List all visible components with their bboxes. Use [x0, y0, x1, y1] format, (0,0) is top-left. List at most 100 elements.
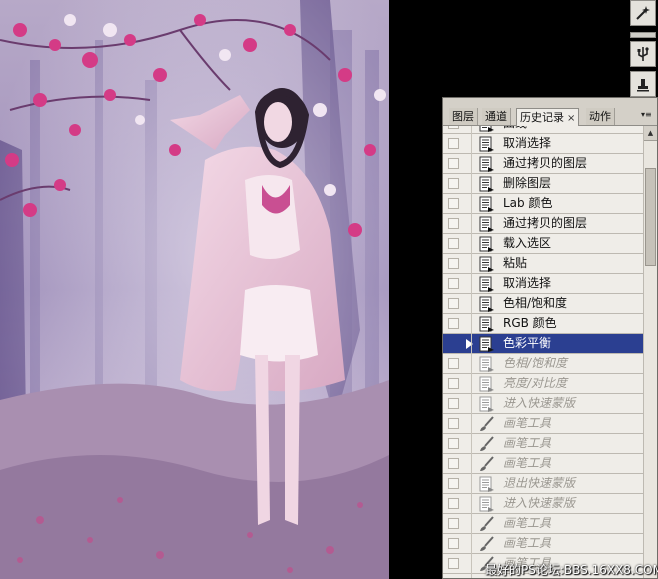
history-item-label: 色相/饱和度 [503, 356, 568, 370]
document-step-icon [478, 356, 496, 372]
history-item[interactable]: RGB 颜色 [443, 314, 643, 334]
snapshot-source-checkbox[interactable] [448, 218, 459, 229]
document-step-icon [478, 176, 496, 192]
photo-canvas[interactable] [0, 0, 389, 579]
snapshot-source-checkbox[interactable] [448, 198, 459, 209]
history-item[interactable]: 色相/饱和度 [443, 294, 643, 314]
history-item-label: 通过拷贝的图层 [503, 216, 588, 230]
photo-image [0, 0, 389, 579]
brush-icon [478, 536, 496, 552]
history-item[interactable]: 取消选择 [443, 274, 643, 294]
history-item-label: 画笔工具 [503, 516, 552, 530]
history-item-label: 通过拷贝的图层 [503, 156, 588, 170]
history-item[interactable]: 画笔工具 [443, 454, 643, 474]
brush-icon [478, 456, 496, 472]
snapshot-source-checkbox[interactable] [448, 158, 459, 169]
history-item-label: 进入快速蒙版 [503, 396, 576, 410]
snapshot-source-checkbox[interactable] [448, 378, 459, 389]
history-item[interactable]: 亮度/对比度 [443, 374, 643, 394]
history-item-label: 取消选择 [503, 276, 552, 290]
scroll-up-icon[interactable]: ▲ [644, 126, 657, 141]
history-item[interactable]: 曲线 [443, 126, 643, 134]
magic-wand-icon[interactable] [630, 0, 656, 26]
clone-stamp-icon[interactable] [630, 71, 656, 97]
history-item-label: 载入选区 [503, 236, 552, 250]
history-item[interactable]: 进入快速蒙版 [443, 394, 643, 414]
history-item[interactable]: 色彩平衡 [443, 334, 643, 354]
history-item-label: 画笔工具 [503, 536, 552, 550]
snapshot-source-checkbox[interactable] [448, 138, 459, 149]
snapshot-source-checkbox[interactable] [448, 178, 459, 189]
history-item-label: 亮度/对比度 [503, 376, 568, 390]
history-item[interactable]: 退出快速蒙版 [443, 474, 643, 494]
history-item-label: Lab 颜色 [503, 196, 553, 210]
history-item-label: 画笔工具 [503, 416, 552, 430]
history-scrollbar[interactable]: ▲ [643, 126, 657, 578]
history-item[interactable]: 画笔工具 [443, 434, 643, 454]
document-step-icon [478, 126, 496, 132]
history-item-label: RGB 颜色 [503, 316, 557, 330]
history-item[interactable]: 取消选择 [443, 134, 643, 154]
snapshot-source-checkbox[interactable] [448, 478, 459, 489]
history-item[interactable]: 粘贴 [443, 254, 643, 274]
history-item[interactable]: 载入选区 [443, 234, 643, 254]
history-item-label: 删除图层 [503, 176, 552, 190]
document-step-icon [478, 336, 496, 352]
history-panel: 图层 通道 历史记录× 动作 ▾≡ 曲线取消选择通过拷贝的图层删除图层Lab 颜… [442, 97, 658, 579]
snapshot-source-checkbox[interactable] [448, 458, 459, 469]
history-item[interactable]: 进入快速蒙版 [443, 494, 643, 514]
document-step-icon [478, 236, 496, 252]
history-item-label: 粘贴 [503, 256, 528, 270]
panel-tabs: 图层 通道 历史记录 × 动作 [443, 107, 657, 126]
snapshot-source-checkbox[interactable] [448, 558, 459, 569]
snapshot-source-checkbox[interactable] [448, 438, 459, 449]
brush-icon [478, 516, 496, 532]
document-step-icon [478, 396, 496, 412]
history-item-label: 画笔工具 [503, 456, 552, 470]
snapshot-source-checkbox[interactable] [448, 338, 459, 349]
tab-actions[interactable]: 动作 [586, 108, 615, 125]
tool-grip[interactable] [630, 32, 656, 38]
snapshot-source-checkbox[interactable] [448, 518, 459, 529]
document-step-icon [478, 376, 496, 392]
document-step-icon [478, 476, 496, 492]
snapshot-source-checkbox[interactable] [448, 498, 459, 509]
snapshot-source-checkbox[interactable] [448, 258, 459, 269]
column-divider [471, 126, 472, 578]
history-item-label: 取消选择 [503, 136, 552, 150]
panel-menu-icon[interactable]: ▾≡ [641, 110, 655, 122]
history-item[interactable]: 画笔工具 [443, 414, 643, 434]
history-item[interactable]: 色相/饱和度 [443, 354, 643, 374]
tab-history[interactable]: 历史记录 × [516, 108, 580, 126]
snapshot-source-checkbox[interactable] [448, 238, 459, 249]
tab-close-icon[interactable]: × [567, 113, 575, 124]
snapshot-source-checkbox[interactable] [448, 318, 459, 329]
snapshot-source-checkbox[interactable] [448, 418, 459, 429]
document-step-icon [478, 276, 496, 292]
tab-channels[interactable]: 通道 [482, 108, 511, 125]
snapshot-source-checkbox[interactable] [448, 126, 459, 129]
history-item[interactable]: 通过拷贝的图层 [443, 154, 643, 174]
history-item[interactable]: 通过拷贝的图层 [443, 214, 643, 234]
usb-icon[interactable] [630, 41, 656, 67]
scroll-thumb[interactable] [645, 168, 656, 266]
document-step-icon [478, 496, 496, 512]
tab-layers[interactable]: 图层 [449, 108, 478, 125]
snapshot-source-checkbox[interactable] [448, 358, 459, 369]
document-step-icon [478, 136, 496, 152]
history-item-label: 退出快速蒙版 [503, 476, 576, 490]
brush-icon [478, 416, 496, 432]
document-step-icon [478, 316, 496, 332]
snapshot-source-checkbox[interactable] [448, 298, 459, 309]
watermark: 最好的PS论坛:BBS.16XX8.COM [485, 563, 658, 577]
snapshot-source-checkbox[interactable] [448, 398, 459, 409]
document-step-icon [478, 296, 496, 312]
history-item[interactable]: 删除图层 [443, 174, 643, 194]
history-item[interactable]: Lab 颜色 [443, 194, 643, 214]
snapshot-source-checkbox[interactable] [448, 538, 459, 549]
history-item[interactable]: 画笔工具 [443, 514, 643, 534]
history-item[interactable]: 画笔工具 [443, 534, 643, 554]
document-step-icon [478, 256, 496, 272]
snapshot-source-checkbox[interactable] [448, 278, 459, 289]
document-step-icon [478, 196, 496, 212]
